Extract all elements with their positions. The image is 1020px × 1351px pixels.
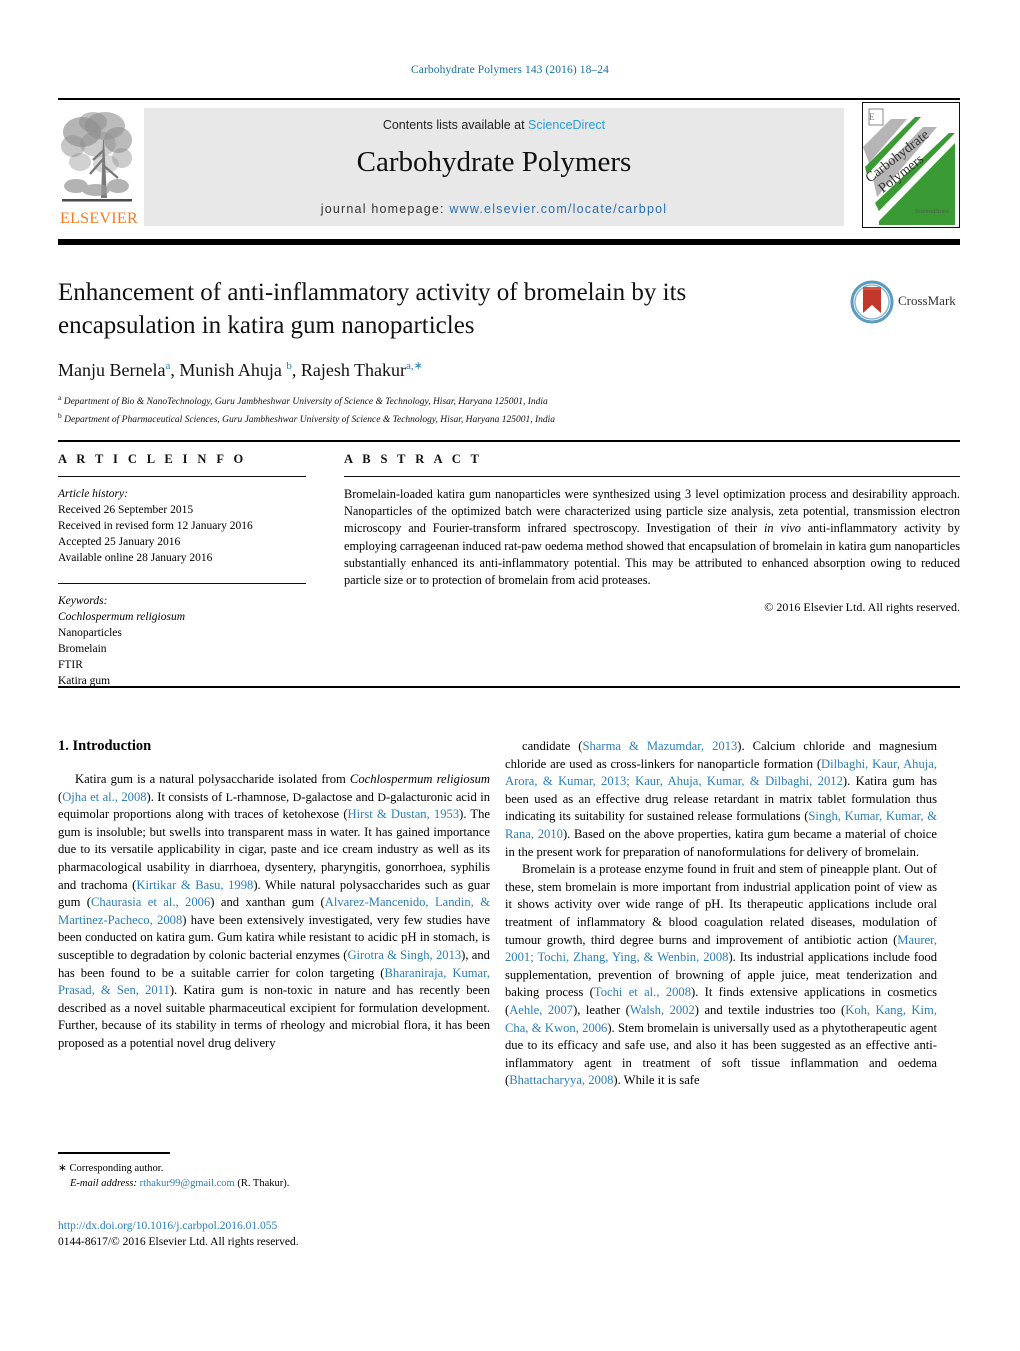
sciencedirect-link[interactable]: ScienceDirect: [528, 118, 605, 132]
article-info-column: A R T I C L E I N F O Article history: R…: [58, 452, 306, 689]
header-separator-rule: [58, 239, 960, 245]
abstract-text: Bromelain-loaded katira gum nanoparticle…: [344, 486, 960, 589]
history-online: Available online 28 January 2016: [58, 552, 213, 564]
crossmark-icon: [850, 280, 894, 324]
abstract-copyright: © 2016 Elsevier Ltd. All rights reserved…: [764, 600, 960, 615]
history-accepted: Accepted 25 January 2016: [58, 536, 181, 548]
keyword-item-1: Nanoparticles: [58, 627, 122, 639]
doi-block: http://dx.doi.org/10.1016/j.carbpol.2016…: [58, 1218, 490, 1250]
email-suffix: (R. Thakur).: [237, 1178, 290, 1189]
article-info-heading: A R T I C L E I N F O: [58, 452, 247, 466]
elsevier-tree-icon: [61, 112, 132, 202]
journal-homepage-line: journal homepage: www.elsevier.com/locat…: [144, 202, 844, 216]
crossmark-badge[interactable]: CrossMark: [850, 280, 958, 326]
body-left-column: 1. Introduction Katira gum is a natural …: [58, 738, 490, 1053]
email-link[interactable]: rthakur99@gmail.com: [140, 1178, 235, 1189]
running-head: Carbohydrate Polymers 143 (2016) 18–24: [411, 64, 609, 76]
affiliation-text-b: Department of Pharmaceutical Sciences, G…: [64, 415, 556, 426]
abstract-rule: [344, 476, 960, 477]
doi-link[interactable]: http://dx.doi.org/10.1016/j.carbpol.2016…: [58, 1218, 490, 1234]
corresponding-author-footnote: ∗ Corresponding author. E-mail address: …: [58, 1152, 490, 1191]
section-heading-introduction: 1. Introduction: [58, 738, 152, 754]
email-label: E-mail address:: [70, 1178, 137, 1189]
contents-prefix: Contents lists available at: [382, 118, 529, 132]
footnote-rule: [58, 1152, 170, 1154]
affiliation-marker-a: a: [58, 393, 62, 402]
article-history-label: Article history:: [58, 488, 128, 500]
keywords-rule: [58, 583, 306, 584]
author-list: Manju Bernelaa, Munish Ahuja b, Rajesh T…: [58, 360, 423, 380]
affiliation-marker-b: b: [58, 411, 62, 421]
svg-text:ScienceDirect: ScienceDirect: [915, 209, 949, 215]
affiliation-a: a Department of Bio & NanoTechnology, Gu…: [58, 391, 960, 409]
keyword-item-0: Cochlospermum religiosum: [58, 611, 186, 623]
journal-cover-thumbnail: E Carbohydrate Polymers ScienceDirect: [862, 102, 960, 228]
masthead-gray-box: Contents lists available at ScienceDirec…: [144, 108, 844, 226]
affiliation-b: b Department of Pharmaceutical Sciences,…: [58, 409, 960, 427]
intro-paragraph-1: Katira gum is a natural polysaccharide i…: [58, 772, 491, 1050]
affiliation-text-a: Department of Bio & NanoTechnology, Guru…: [63, 397, 548, 408]
journal-masthead: ELSEVIER Contents lists available at Sci…: [58, 98, 960, 230]
masthead-top-rule: [58, 98, 960, 100]
article-page: Carbohydrate Polymers 143 (2016) 18–24 E…: [0, 0, 1020, 1351]
title-block: Enhancement of anti-inflammatory activit…: [58, 276, 960, 427]
article-info-rule: [58, 476, 306, 477]
abstract-heading: A B S T R A C T: [344, 452, 483, 466]
abstract-column: A B S T R A C T Bromelain-loaded katira …: [344, 452, 960, 615]
journal-cover-art: E Carbohydrate Polymers ScienceDirect: [863, 103, 957, 225]
homepage-url-link[interactable]: www.elsevier.com/locate/carbpol: [449, 202, 667, 216]
corresponding-text: Corresponding author.: [69, 1163, 164, 1174]
crossmark-label: CrossMark: [898, 293, 956, 308]
keywords-block: Keywords: Cochlospermum religiosum Nanop…: [58, 593, 306, 689]
abstract-italic-phrase: in vivo: [763, 521, 801, 536]
keyword-item-3: FTIR: [58, 659, 83, 671]
contents-available-line: Contents lists available at ScienceDirec…: [144, 118, 844, 132]
history-received: Received 26 September 2015: [58, 504, 194, 516]
intro-paragraph-2: candidate (Sharma & Mazumdar, 2013). Cal…: [505, 739, 938, 859]
svg-text:E: E: [869, 112, 875, 122]
elsevier-logo: ELSEVIER: [60, 106, 138, 228]
history-revised: Received in revised form 12 January 2016: [58, 520, 253, 532]
keyword-item-2: Bromelain: [58, 643, 107, 655]
abstract-body-separator: [58, 686, 960, 688]
body-right-column: candidate (Sharma & Mazumdar, 2013). Cal…: [505, 738, 937, 1090]
corresponding-marker: ∗: [58, 1163, 67, 1174]
email-line: E-mail address: rthakur99@gmail.com (R. …: [58, 1176, 490, 1191]
homepage-label: journal homepage:: [320, 202, 450, 216]
affiliation-list: a Department of Bio & NanoTechnology, Gu…: [58, 391, 960, 427]
intro-paragraph-3: Bromelain is a protease enzyme found in …: [505, 862, 938, 1088]
elsevier-wordmark: ELSEVIER: [60, 210, 138, 227]
corresponding-author-line: ∗ Corresponding author.: [58, 1161, 490, 1176]
issn-copyright-line: 0144-8617/© 2016 Elsevier Ltd. All right…: [58, 1236, 299, 1248]
keywords-label: Keywords:: [58, 595, 108, 607]
page-title: Enhancement of anti-inflammatory activit…: [58, 279, 687, 339]
band-top-rule: [58, 440, 960, 442]
journal-title: Carbohydrate Polymers: [356, 146, 632, 178]
